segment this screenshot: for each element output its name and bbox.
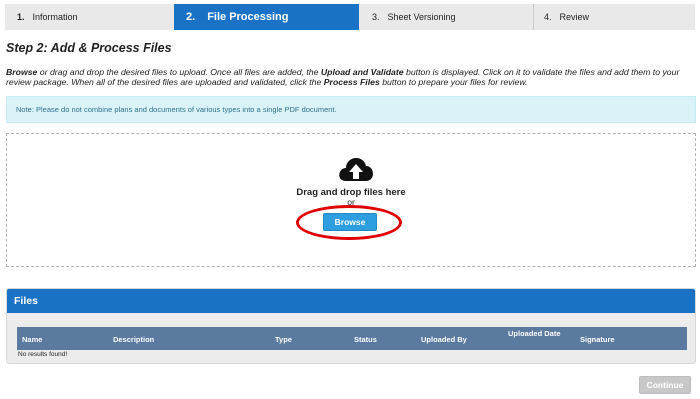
instructions-segment: button to prepare your files for review. bbox=[379, 77, 528, 87]
page-title: Step 2: Add & Process Files bbox=[6, 41, 172, 55]
step-number: 4. bbox=[544, 12, 552, 22]
instructions-browse: Browse bbox=[6, 67, 38, 77]
step-number: 1. bbox=[17, 12, 25, 22]
wizard-steps: 1. Information 2. File Processing 3. She… bbox=[5, 4, 695, 30]
step-review[interactable]: 4. Review bbox=[534, 4, 695, 30]
step-label: Sheet Versioning bbox=[387, 12, 456, 22]
step-sheet-versioning[interactable]: 3. Sheet Versioning bbox=[359, 4, 533, 30]
column-uploaded-by[interactable]: Uploaded By bbox=[421, 335, 467, 344]
step-information[interactable]: 1. Information bbox=[5, 4, 174, 30]
no-results-text: No results found! bbox=[18, 351, 68, 358]
instructions-text: Browse or drag and drop the desired file… bbox=[6, 67, 696, 87]
step-number: 2. bbox=[186, 11, 196, 23]
note-alert: Note: Please do not combine plans and do… bbox=[6, 96, 696, 123]
files-header: Files bbox=[7, 289, 695, 313]
step-label: Information bbox=[32, 12, 78, 22]
step-number: 3. bbox=[372, 12, 380, 22]
step-label: File Processing bbox=[207, 11, 289, 23]
column-description[interactable]: Description bbox=[113, 335, 154, 344]
browse-button[interactable]: Browse bbox=[323, 213, 377, 231]
column-signature[interactable]: Signature bbox=[580, 335, 615, 344]
cloud-upload-icon bbox=[339, 158, 373, 181]
file-dropzone[interactable]: Drag and drop files here or Browse bbox=[6, 133, 696, 267]
instructions-segment: or drag and drop the desired files to up… bbox=[37, 67, 321, 77]
files-table-header: Name Description Type Status Uploaded By… bbox=[17, 327, 687, 350]
step-file-processing[interactable]: 2. File Processing bbox=[174, 4, 359, 30]
column-uploaded-date[interactable]: Uploaded Date bbox=[508, 329, 561, 338]
files-panel: Files Name Description Type Status Uploa… bbox=[6, 288, 696, 364]
column-name[interactable]: Name bbox=[22, 335, 42, 344]
note-text: Note: Please do not combine plans and do… bbox=[16, 105, 337, 114]
column-type[interactable]: Type bbox=[275, 335, 292, 344]
continue-button[interactable]: Continue bbox=[639, 376, 691, 394]
files-title: Files bbox=[14, 295, 38, 307]
column-status[interactable]: Status bbox=[354, 335, 377, 344]
step-label: Review bbox=[559, 12, 590, 22]
instructions-process-files: Process Files bbox=[323, 77, 380, 87]
instructions-upload-validate: Upload and Validate bbox=[320, 67, 404, 77]
or-text: or bbox=[347, 197, 355, 207]
